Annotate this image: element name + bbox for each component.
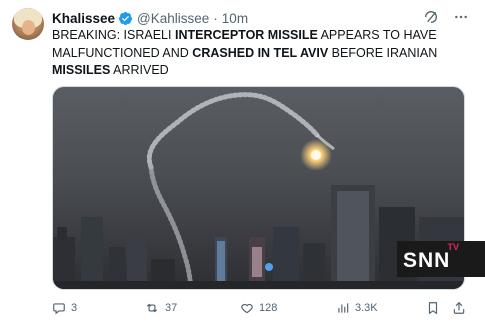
reply-button[interactable]: 3: [52, 298, 77, 318]
bookmark-icon: [428, 302, 438, 315]
tweet-actions: 3 37 128 3.3K: [52, 298, 472, 318]
tweet[interactable]: Khalissee @Kahlissee · 10m BREAKING: ISR…: [0, 0, 485, 328]
views-icon: [338, 303, 349, 313]
like-count: 128: [259, 302, 278, 314]
repost-count: 37: [165, 302, 178, 314]
tweet-text-segment: BEFORE IRANIAN: [328, 45, 438, 60]
separator-dot: ·: [213, 10, 218, 26]
snn-logo-text: SNN: [403, 249, 451, 272]
timestamp[interactable]: 10m: [222, 11, 248, 26]
share-button[interactable]: [452, 298, 466, 318]
views-button[interactable]: 3.3K: [336, 298, 378, 318]
heart-icon: [241, 303, 253, 314]
tweet-text-segment: ARRIVED: [110, 63, 169, 77]
author-name[interactable]: Khalissee: [52, 11, 115, 26]
tweet-text-bold: MISSILES: [52, 63, 111, 77]
tweet-text-bold: INTERCEPTOR MISSILE: [174, 28, 318, 42]
repost-button[interactable]: 37: [144, 298, 177, 318]
tweet-text-segment: BREAKING: ISRAELI: [52, 28, 175, 42]
more-icon[interactable]: [453, 9, 469, 25]
grok-icon[interactable]: [423, 9, 439, 25]
views-count: 3.3K: [355, 302, 378, 314]
repost-icon: [146, 303, 158, 313]
tweet-text-bold: CRASHED IN TEL AVIV: [192, 45, 329, 60]
avatar-face: [22, 20, 35, 35]
tweet-header: Khalissee @Kahlissee · 10m: [52, 9, 248, 27]
reply-icon: [53, 303, 65, 315]
top-actions: [423, 9, 469, 25]
tweet-text: BREAKING: ISRAELI INTERCEPTOR MISSILE AP…: [52, 27, 464, 80]
like-button[interactable]: 128: [240, 298, 277, 318]
avatar[interactable]: [12, 8, 44, 40]
author-handle[interactable]: @Kahlissee: [137, 11, 209, 26]
bookmark-button[interactable]: [426, 298, 440, 318]
snn-watermark: SNN TV: [397, 241, 485, 277]
verified-badge-icon: [118, 11, 133, 25]
share-icon: [453, 301, 465, 314]
snn-tv-label: TV: [447, 242, 459, 252]
reply-count: 3: [71, 302, 78, 314]
